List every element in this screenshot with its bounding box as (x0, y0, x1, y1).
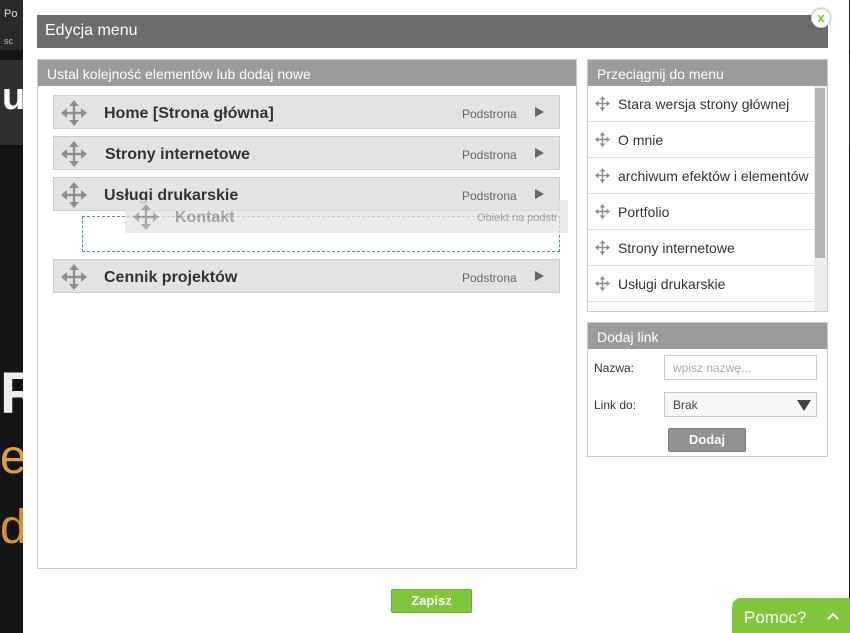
dragging-menu-item[interactable]: Kontakt Obiekt na podstr (125, 200, 568, 233)
dragging-item-label: Kontakt (175, 209, 235, 226)
menu-row-label: Home [Strona główna] (104, 105, 274, 122)
move-icon (595, 240, 610, 255)
move-icon[interactable] (61, 100, 87, 126)
background-topbar-small: sc (4, 36, 13, 46)
help-label: Pomoc? (744, 608, 807, 627)
close-button[interactable]: x (811, 8, 831, 28)
help-tab[interactable]: Pomoc? (732, 598, 850, 633)
drag-to-menu-panel: Przeciągnij do menu Stara wersja strony … (587, 59, 828, 312)
add-link-button[interactable]: Dodaj (668, 428, 746, 452)
move-icon (595, 132, 610, 147)
link-to-label: Link do: (594, 398, 637, 412)
drag-list-item[interactable]: Portfolio (588, 194, 814, 230)
drag-panel-header: Przeciągnij do menu (588, 60, 827, 86)
move-icon (595, 276, 610, 291)
expand-arrow-icon[interactable] (535, 107, 544, 117)
move-icon[interactable] (61, 141, 87, 167)
drag-list-item-label: Portfolio (618, 204, 670, 220)
drag-list-item[interactable]: Strony internetowe (588, 230, 814, 266)
drag-list-item[interactable]: archiwum efektów i elementów (588, 158, 814, 194)
menu-row-label: Cennik projektów (104, 269, 238, 286)
menu-row-type: Podstrona (462, 148, 517, 162)
drag-item-list: Stara wersja strony głównej O mnie archi… (588, 86, 814, 311)
modal-title: Edycja menu (45, 22, 138, 39)
close-icon: x (817, 10, 825, 25)
menu-row[interactable]: Cennik projektów Podstrona (53, 259, 560, 293)
move-icon[interactable] (133, 204, 159, 230)
add-link-panel: Dodaj link Nazwa: Link do: Brak Dodaj (587, 322, 828, 457)
move-icon (595, 204, 610, 219)
link-to-value: Brak (673, 398, 698, 412)
name-label: Nazwa: (594, 361, 635, 375)
menu-edit-modal: Edycja menu x Ustal kolejność elementów … (23, 0, 849, 633)
expand-arrow-icon[interactable] (535, 148, 544, 158)
drag-list-item-label: Stara wersja strony głównej (618, 96, 790, 112)
dropdown-arrow-icon (797, 400, 811, 411)
drag-list-item[interactable]: O mnie (588, 122, 814, 158)
drag-list-item-label: O mnie (618, 132, 664, 148)
move-icon (595, 168, 610, 183)
menu-row-type: Podstrona (462, 271, 517, 285)
modal-header: Edycja menu (37, 15, 828, 48)
save-button[interactable]: Zapisz (391, 589, 472, 613)
move-icon (595, 96, 610, 111)
drag-list-item[interactable]: Usługi drukarskie (588, 266, 814, 302)
expand-arrow-icon[interactable] (535, 189, 544, 199)
add-link-header: Dodaj link (588, 323, 827, 349)
scrollbar-thumb[interactable] (815, 88, 825, 258)
drag-list-scrollbar[interactable] (814, 86, 827, 311)
menu-row[interactable]: Home [Strona główna] Podstrona (53, 95, 560, 129)
move-icon[interactable] (61, 182, 87, 208)
menu-row[interactable]: Strony internetowe Podstrona (53, 136, 560, 170)
menu-order-panel: Ustal kolejność elementów lub dodaj nowe… (37, 59, 577, 569)
menu-order-panel-header: Ustal kolejność elementów lub dodaj nowe (38, 60, 576, 86)
menu-row-type: Podstrona (462, 107, 517, 121)
link-to-select[interactable]: Brak (664, 392, 817, 417)
drag-list-item-label: archiwum efektów i elementów (618, 168, 809, 184)
move-icon[interactable] (61, 264, 87, 290)
expand-arrow-icon[interactable] (535, 271, 544, 281)
drag-list-item-label: Usługi drukarskie (618, 276, 726, 292)
name-input[interactable] (664, 355, 817, 380)
chevron-up-icon (827, 612, 839, 620)
menu-row-label: Strony internetowe (105, 146, 250, 163)
dragging-item-type: Obiekt na podstr (477, 212, 558, 224)
background-topbar-text: Po (4, 8, 18, 20)
drag-list-item-label: Strony internetowe (618, 240, 735, 256)
drag-list-item[interactable]: Stara wersja strony głównej (588, 86, 814, 122)
